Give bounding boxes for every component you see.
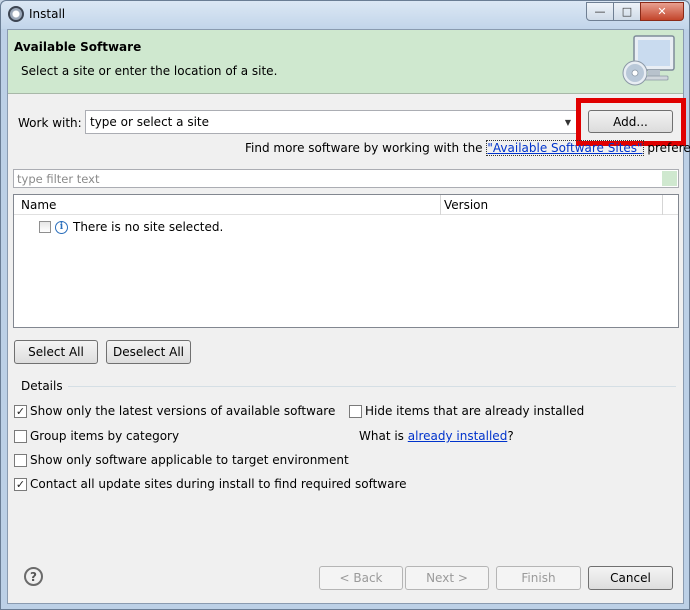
option-group-by-category[interactable]: Group items by category	[14, 429, 179, 443]
what-is-installed: What is already installed?	[359, 429, 514, 443]
column-version[interactable]: Version	[444, 198, 488, 212]
column-separator[interactable]	[440, 195, 441, 215]
cancel-button[interactable]: Cancel	[588, 566, 673, 590]
window-controls: — □ ✕	[586, 2, 684, 21]
table-row[interactable]: i There is no site selected.	[39, 220, 223, 234]
filter-placeholder: type filter text	[17, 172, 100, 186]
window-title: Install	[29, 7, 66, 21]
maximize-button[interactable]: □	[613, 2, 641, 21]
wizard-header: Available Software Select a site or ente…	[8, 30, 683, 94]
contact-sites-checkbox[interactable]: ✓	[14, 477, 27, 491]
clear-filter-icon[interactable]	[662, 171, 677, 186]
option-latest-versions[interactable]: ✓ Show only the latest versions of avail…	[14, 404, 335, 418]
target-env-checkbox[interactable]	[14, 453, 27, 467]
minimize-button[interactable]: —	[586, 2, 614, 21]
latest-versions-checkbox[interactable]: ✓	[14, 404, 27, 418]
work-with-combo[interactable]: type or select a site ▼	[85, 110, 577, 134]
already-installed-link[interactable]: already installed	[408, 429, 508, 443]
title-bar[interactable]: Install — □ ✕	[1, 1, 689, 29]
group-by-category-checkbox[interactable]	[14, 429, 27, 443]
option-hide-installed[interactable]: Hide items that are already installed	[349, 404, 584, 418]
column-separator[interactable]	[662, 195, 663, 215]
available-software-sites-link[interactable]: "Available Software Sites"	[486, 140, 644, 156]
select-all-button[interactable]: Select All	[14, 340, 98, 364]
next-button[interactable]: Next >	[405, 566, 489, 590]
what-is-prefix: What is	[359, 429, 404, 443]
chevron-down-icon[interactable]: ▼	[560, 111, 576, 133]
column-name[interactable]: Name	[21, 198, 56, 212]
table-header: Name Version	[14, 195, 678, 215]
dialog-content: Available Software Select a site or ente…	[7, 29, 690, 604]
option-target-environment[interactable]: Show only software applicable to target …	[14, 453, 349, 467]
filter-input[interactable]: type filter text	[13, 169, 679, 188]
add-button-highlight	[576, 98, 686, 146]
no-site-message: There is no site selected.	[73, 220, 224, 234]
hide-installed-label: Hide items that are already installed	[365, 404, 585, 418]
page-title: Available Software	[14, 40, 142, 54]
software-table[interactable]: Name Version i There is no site selected…	[13, 194, 679, 328]
page-description: Select a site or enter the location of a…	[21, 64, 278, 78]
eclipse-app-icon	[8, 6, 24, 22]
latest-versions-label: Show only the latest versions of availab…	[30, 404, 336, 418]
hide-installed-checkbox[interactable]	[349, 404, 362, 418]
find-more-text: Find more software by working with the "…	[245, 140, 690, 156]
contact-sites-label: Contact all update sites during install …	[30, 477, 407, 491]
what-is-suffix: ?	[507, 429, 514, 443]
row-checkbox[interactable]	[39, 221, 51, 233]
finish-button[interactable]: Finish	[496, 566, 581, 590]
group-by-category-label: Group items by category	[30, 429, 180, 443]
back-button[interactable]: < Back	[319, 566, 403, 590]
info-icon: i	[55, 220, 68, 234]
install-window: Install — □ ✕ Available Software Select …	[0, 0, 690, 610]
close-button[interactable]: ✕	[640, 2, 684, 21]
install-cd-monitor-icon	[622, 35, 675, 86]
details-label: Details	[21, 379, 63, 393]
details-divider	[68, 386, 676, 387]
work-with-label: Work with:	[18, 116, 82, 130]
option-contact-sites[interactable]: ✓ Contact all update sites during instal…	[14, 477, 407, 491]
deselect-all-button[interactable]: Deselect All	[106, 340, 191, 364]
find-more-suffix: preferences.	[647, 141, 690, 155]
find-more-prefix: Find more software by working with the	[245, 141, 487, 155]
help-icon[interactable]: ?	[24, 567, 43, 586]
work-with-value: type or select a site	[90, 115, 210, 129]
target-env-label: Show only software applicable to target …	[30, 453, 349, 467]
